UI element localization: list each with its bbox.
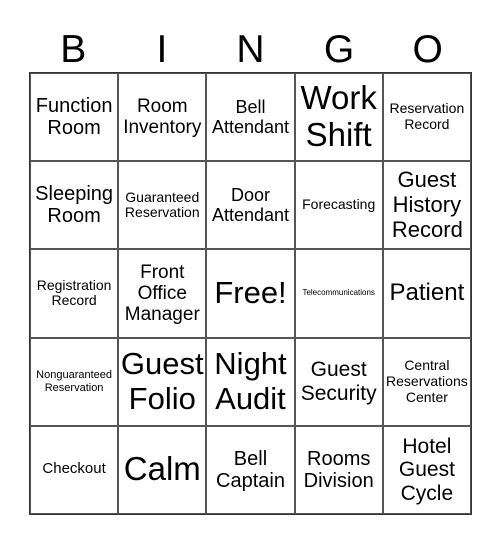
bingo-cell[interactable]: Calm — [118, 425, 207, 514]
bingo-cell[interactable]: Guest History Record — [382, 161, 471, 250]
header-letter-n: N — [236, 28, 265, 71]
bingo-cell[interactable]: Door Attendant — [206, 161, 295, 250]
bingo-cell[interactable]: Bell Attendant — [206, 73, 295, 162]
bingo-cell[interactable]: Room Inventory — [118, 73, 207, 162]
bingo-cell[interactable]: Guest Security — [294, 337, 383, 426]
bingo-cell[interactable]: Reservation Record — [382, 73, 471, 162]
bingo-cell[interactable]: Forecasting — [294, 161, 383, 250]
bingo-cell[interactable]: Nonguaranteed Reservation — [30, 337, 119, 426]
free-space[interactable]: Free! — [206, 249, 295, 338]
bingo-header: B I N G O — [29, 28, 472, 72]
bingo-cell[interactable]: Function Room — [30, 73, 119, 162]
bingo-cell[interactable]: Work Shift — [294, 73, 383, 162]
bingo-cell[interactable]: Central Reservations Center — [382, 337, 471, 426]
bingo-cell[interactable]: Registration Record — [30, 249, 119, 338]
bingo-cell[interactable]: Sleeping Room — [30, 161, 119, 250]
header-letter-o: O — [412, 28, 443, 71]
bingo-cell[interactable]: Telecommunications — [294, 249, 383, 338]
bingo-cell[interactable]: Night Audit — [206, 337, 295, 426]
bingo-cell[interactable]: Checkout — [30, 425, 119, 514]
bingo-cell[interactable]: Front Office Manager — [118, 249, 207, 338]
bingo-grid: Function Room Room Inventory Bell Attend… — [29, 72, 472, 515]
bingo-cell[interactable]: Hotel Guest Cycle — [382, 425, 471, 514]
bingo-cell[interactable]: Guaranteed Reservation — [118, 161, 207, 250]
header-letter-b: B — [60, 28, 87, 71]
bingo-cell[interactable]: Bell Captain — [206, 425, 295, 514]
header-letter-i: I — [156, 28, 168, 71]
header-letter-g: G — [323, 28, 355, 71]
bingo-cell[interactable]: Rooms Division — [294, 425, 383, 514]
bingo-cell[interactable]: Guest Folio — [118, 337, 207, 426]
bingo-cell[interactable]: Patient — [382, 249, 471, 338]
